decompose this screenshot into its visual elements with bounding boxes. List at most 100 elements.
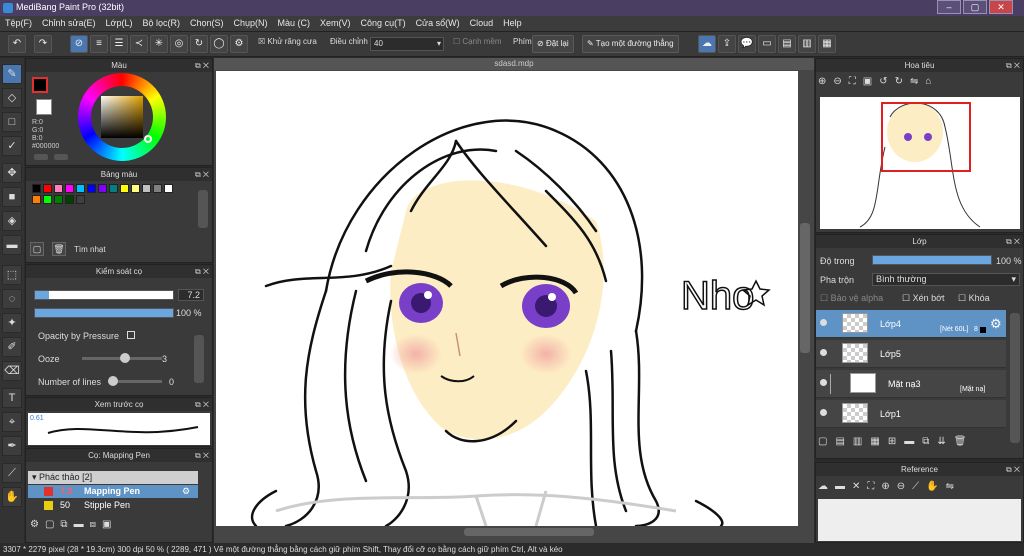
brush-new-icon[interactable]: ▢ <box>45 519 60 530</box>
brush-size-value[interactable]: 7.2 <box>178 289 204 301</box>
chat-icon[interactable]: 💬 <box>738 35 756 53</box>
brush-size-slider[interactable] <box>34 290 174 300</box>
saturation-box[interactable] <box>101 96 143 138</box>
rotate-left-icon[interactable]: ↺ <box>879 76 894 87</box>
no-stabilizer-icon[interactable]: ⊘ <box>70 35 88 53</box>
brush-copy-icon[interactable]: ⧉ <box>60 519 73 530</box>
reset-button[interactable]: ⊘ Đặt lại <box>532 35 574 53</box>
fit-icon[interactable]: ⛶ <box>849 76 863 87</box>
zoom-in-icon[interactable]: ⊕ <box>818 76 833 87</box>
palette-swatch[interactable] <box>131 184 140 193</box>
folder-icon[interactable]: ▬ <box>74 519 90 530</box>
cloud-upload-icon[interactable]: ☁ <box>698 35 716 53</box>
brush-add-icon[interactable]: ⚙ <box>30 519 45 530</box>
lock-checkbox[interactable]: ☐ Khóa <box>958 293 990 304</box>
new-halftone-layer-icon[interactable]: ▤ <box>835 436 852 447</box>
new-8bit-layer-icon[interactable]: ▥ <box>853 436 870 447</box>
layer-row[interactable]: Lớp1 <box>816 400 1006 428</box>
panel-close-icon[interactable]: ⧉ ✕ <box>1006 59 1020 72</box>
new-1bit-layer-icon[interactable]: ▦ <box>870 436 887 447</box>
palette-swatch[interactable] <box>153 184 162 193</box>
duplicate-icon[interactable]: ⧈ <box>90 519 102 530</box>
palette-swatch[interactable] <box>32 195 41 204</box>
panel-close-icon[interactable]: ⧉ ✕ <box>195 265 209 278</box>
add-palette-icon[interactable]: ▢ <box>30 242 44 256</box>
palette-swatch[interactable] <box>76 184 85 193</box>
grid-icon[interactable]: ▦ <box>818 35 836 53</box>
color-swap-button[interactable] <box>54 154 68 160</box>
hue-wheel[interactable] <box>78 73 166 161</box>
canvas-horizontal-scrollbar[interactable] <box>464 528 594 536</box>
menu-edit[interactable]: Chỉnh sửa(E) <box>37 16 101 30</box>
protect-alpha-checkbox[interactable]: ☐ Bảo vệ alpha <box>820 293 883 304</box>
document-tab[interactable]: sdasd.mdp <box>214 58 814 70</box>
brush-list-actions[interactable]: ⚙▢⧉▬⧈▣ <box>30 519 117 530</box>
folder-icon[interactable]: ▬ <box>904 436 922 447</box>
rect-select-icon[interactable]: ⬚ <box>2 265 22 285</box>
menu-snap[interactable]: Chụp(N) <box>229 16 273 30</box>
brush-item-stipple-pen[interactable]: 50 Stipple Pen <box>28 499 198 512</box>
eyedropper-icon[interactable]: ⟋ <box>2 463 22 483</box>
fit-icon[interactable]: ⛶ <box>867 481 881 492</box>
menu-tools[interactable]: Công cụ(T) <box>356 16 411 30</box>
divide-tool-icon[interactable]: ⌖ <box>2 412 22 432</box>
new-layer-icon[interactable]: ▢ <box>818 436 835 447</box>
snap-radial-icon[interactable]: ✳ <box>150 35 168 53</box>
palette-swatch[interactable] <box>87 184 96 193</box>
zoom-in-icon[interactable]: ⊕ <box>881 481 896 492</box>
trash-icon[interactable]: 🗑 <box>52 242 66 256</box>
eyedropper-icon[interactable]: ⟋ <box>912 481 926 492</box>
hue-handle[interactable] <box>144 135 152 143</box>
color-mode-button[interactable] <box>34 154 48 160</box>
snap-ellipse-icon[interactable]: ◯ <box>210 35 228 53</box>
flip-icon[interactable]: ⇋ <box>946 481 961 492</box>
menu-file[interactable]: Tệp(F) <box>0 16 37 30</box>
maximize-button[interactable]: ▢ <box>963 0 987 14</box>
visibility-eye-icon[interactable] <box>820 349 827 356</box>
trash-icon[interactable]: ▣ <box>102 519 117 530</box>
secondary-color-swatch[interactable] <box>36 99 52 115</box>
menu-select[interactable]: Chọn(S) <box>185 16 229 30</box>
brush-tool-icon[interactable]: ✎ <box>2 64 22 84</box>
correction-select[interactable]: 40 ▾ <box>370 37 444 51</box>
layer-row[interactable]: Lớp4 [Nét 60L] 8 ⚙ <box>816 310 1006 338</box>
menu-window[interactable]: Cửa sổ(W) <box>411 16 465 30</box>
palette-swatch[interactable] <box>43 195 52 204</box>
visibility-eye-icon[interactable] <box>820 379 827 386</box>
magic-wand-icon[interactable]: ✦ <box>2 313 22 333</box>
select-pen-icon[interactable]: ✓ <box>2 136 22 156</box>
merge-down-icon[interactable]: ⇊ <box>937 436 953 447</box>
panel-close-icon[interactable]: ⧉ ✕ <box>195 59 209 72</box>
brush-opacity-slider[interactable] <box>34 308 174 318</box>
palette-swatch[interactable] <box>65 184 74 193</box>
hand-icon[interactable]: ✋ <box>926 481 945 492</box>
pen-tool-icon[interactable]: ✒ <box>2 436 22 456</box>
menu-filter[interactable]: Bộ lọc(R) <box>137 16 185 30</box>
palette-swatch[interactable] <box>32 184 41 193</box>
zoom-out-icon[interactable]: ⊖ <box>833 76 848 87</box>
palette-search-label[interactable]: Tìm nhạt <box>74 245 106 254</box>
open-folder-icon[interactable]: ▬ <box>835 481 852 492</box>
move-tool-icon[interactable]: ✥ <box>2 163 22 183</box>
snap-circle-icon[interactable]: ◎ <box>170 35 188 53</box>
stroke-style-2-icon[interactable]: ☰ <box>110 35 128 53</box>
gear-icon[interactable]: ⚙ <box>182 485 190 498</box>
clipping-checkbox[interactable]: ☐ Xén bớt <box>902 293 945 304</box>
canvas-vertical-scrollbar[interactable] <box>800 223 810 353</box>
select-eraser-icon[interactable]: ⌫ <box>2 361 22 381</box>
trash-icon[interactable]: 🗑 <box>954 436 975 447</box>
palette-swatch[interactable] <box>65 195 74 204</box>
palette-swatch[interactable] <box>43 184 52 193</box>
eraser-tool-icon[interactable]: ◇ <box>2 88 22 108</box>
gradient-tool-icon[interactable]: ▬ <box>2 235 22 255</box>
gear-icon[interactable]: ⚙ <box>990 316 1002 332</box>
layer-opacity-slider[interactable] <box>872 255 992 265</box>
palette-swatch[interactable] <box>98 184 107 193</box>
document-icon[interactable]: ▤ <box>778 35 796 53</box>
layers-scrollbar[interactable] <box>1010 313 1020 443</box>
panel-close-icon[interactable]: ⧉ ✕ <box>1006 463 1020 476</box>
snap-settings-icon[interactable]: ⚙ <box>230 35 248 53</box>
menu-color[interactable]: Màu (C) <box>273 16 316 30</box>
brush-item-mapping-pen[interactable]: 7.2 Mapping Pen ⚙ <box>28 485 198 498</box>
ooze-slider[interactable] <box>82 353 162 363</box>
